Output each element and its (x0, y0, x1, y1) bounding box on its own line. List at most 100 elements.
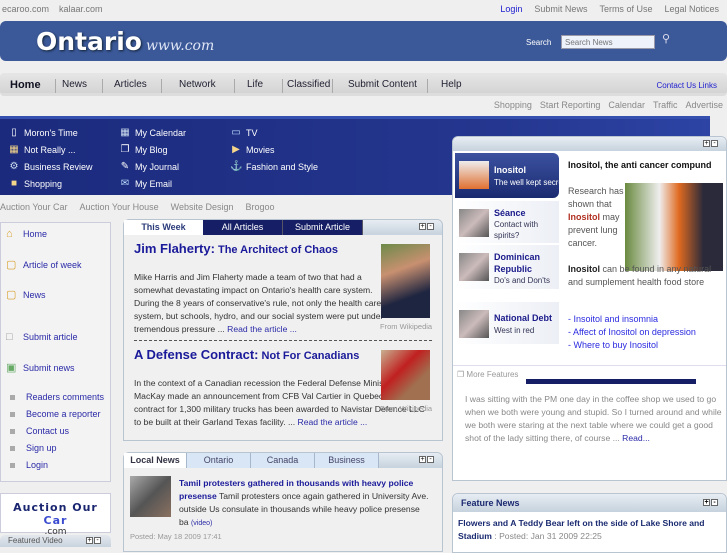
sidebar-login[interactable]: Login (6, 460, 48, 470)
collapse-icon[interactable]: - (427, 456, 434, 463)
folder-icon: ▢ (6, 289, 17, 301)
nav-help[interactable]: Help (437, 79, 466, 93)
sidebar-submit-article[interactable]: □ Submit article (6, 331, 78, 343)
link-brogoo[interactable]: Brogoo (245, 202, 274, 212)
nav-classified[interactable]: Classified (283, 79, 333, 93)
expand-icon[interactable]: + (419, 223, 426, 230)
nav-articles[interactable]: Articles (110, 79, 162, 93)
divider (134, 340, 432, 341)
tab-submit-article[interactable]: Submit Article (283, 220, 363, 235)
expand-icon[interactable]: + (419, 456, 426, 463)
feature-thumbnail (459, 209, 489, 237)
auction-our-car-ad[interactable]: Auction Our Car .com (0, 493, 111, 537)
link-inositol-insomnia[interactable]: - Insoitol and insomnia (568, 313, 696, 326)
tab-business[interactable]: Business (315, 453, 379, 468)
read-article-link[interactable]: Read the article ... (298, 417, 368, 427)
tab-local-news[interactable]: Local News (124, 453, 187, 468)
tab-bar: This Week All Articles Submit Article + - (124, 220, 442, 235)
menu-my-email[interactable]: ✉ My Email (119, 178, 172, 189)
read-article-link[interactable]: Read the article ... (227, 324, 297, 334)
feature-links: - Insoitol and insomnia - Affect of Inos… (568, 313, 696, 352)
tab-ontario[interactable]: Ontario (187, 453, 251, 468)
nav-life[interactable]: Life (243, 79, 283, 93)
nav-news[interactable]: News (58, 79, 103, 93)
subnav-advertise[interactable]: Advertise (685, 100, 723, 110)
link-kalaar[interactable]: kalaar.com (59, 4, 103, 14)
sidebar-readers-comments[interactable]: Readers comments (6, 392, 104, 402)
main-nav: Home News Articles Network Life Classifi… (0, 73, 727, 96)
subnav-calendar[interactable]: Calendar (608, 100, 645, 110)
document-icon: □ (6, 331, 13, 343)
tab-all-articles[interactable]: All Articles (203, 220, 283, 235)
link-auction-car[interactable]: Auction Your Car (0, 202, 68, 212)
news-thumbnail[interactable] (130, 476, 171, 517)
collapse-icon[interactable]: - (427, 223, 434, 230)
sidebar-article-of-week[interactable]: ▢ Article of week (6, 258, 82, 271)
feature-item-inositol[interactable]: Inositol The well kept secret (455, 153, 565, 198)
menu-my-journal[interactable]: ✎ My Journal (119, 161, 179, 172)
links-link[interactable]: Links (698, 81, 717, 90)
legal-link[interactable]: Legal Notices (664, 4, 719, 14)
video-link[interactable]: (video) (191, 520, 212, 527)
collapse-icon[interactable]: - (94, 537, 101, 544)
sidebar-contact-us[interactable]: Contact us (6, 426, 69, 436)
menu-morons-time[interactable]: ▯ Moron's Time (8, 127, 78, 138)
anchor-icon: ⚓ (230, 161, 243, 172)
envelope-icon: ✉ (120, 178, 130, 189)
menu-my-blog[interactable]: ❐ My Blog (119, 144, 168, 155)
sidebar-submit-news[interactable]: ▣ Submit news (6, 361, 75, 374)
tab-canada[interactable]: Canada (251, 453, 315, 468)
menu-movies[interactable]: ▶ Movies (230, 144, 274, 155)
subnav-shopping[interactable]: Shopping (494, 100, 532, 110)
nav-home[interactable]: Home (6, 79, 56, 93)
search-icon[interactable]: ⚲ (662, 32, 670, 45)
collapse-icon[interactable]: - (711, 499, 718, 506)
features-panel: + - Inositol The well kept secret Séance Co… (452, 136, 727, 481)
feature-item-dominican[interactable]: Dominican Republic Do's and Don'ts (455, 245, 559, 289)
menu-not-really[interactable]: ▦ Not Really ... (8, 144, 75, 155)
article-body: Mike Harris and Jim Flaherty made a team… (134, 272, 384, 334)
login-link[interactable]: Login (500, 4, 522, 14)
menu-fashion-style[interactable]: ⚓ Fashion and Style (230, 161, 318, 172)
feature-thumbnail (459, 253, 489, 281)
service-links: Auction Your Car Auction Your House Websit… (0, 202, 287, 212)
search-input[interactable] (561, 35, 655, 49)
tab-this-week[interactable]: This Week (124, 220, 203, 235)
defense-photo (381, 350, 430, 400)
link-website-design[interactable]: Website Design (171, 202, 234, 212)
feature-item-national-debt[interactable]: National Debt West in red (455, 302, 559, 344)
submit-news-link[interactable]: Submit News (534, 4, 587, 14)
menu-tv[interactable]: ▭ TV (230, 127, 257, 138)
expand-icon[interactable]: + (86, 537, 93, 544)
read-more-link[interactable]: Read... (622, 433, 650, 443)
menu-shopping[interactable]: ■ Shopping (8, 178, 62, 189)
tv-icon: ▭ (231, 127, 241, 138)
expand-icon[interactable]: + (703, 499, 710, 506)
article-title[interactable]: Jim Flaherty: The Architect of Chaos (134, 241, 338, 256)
expand-icon[interactable]: + (703, 140, 710, 147)
sidebar-sign-up[interactable]: Sign up (6, 443, 57, 453)
link-buy-inositol[interactable]: - Where to buy Inositol (568, 339, 696, 352)
article-title[interactable]: A Defense Contract: Not For Canadians (134, 347, 359, 362)
link-ecaroo[interactable]: ecaroo.com (2, 4, 49, 14)
menu-my-calendar[interactable]: ▦ My Calendar (119, 127, 186, 138)
subnav-traffic[interactable]: Traffic (653, 100, 678, 110)
nav-submit-content[interactable]: Submit Content (344, 79, 428, 93)
feature-news-panel: Feature News + - Flowers and A Teddy Bear … (452, 493, 727, 553)
nav-network[interactable]: Network (175, 79, 235, 93)
speech-bubble-icon: ▯ (11, 127, 17, 138)
terms-link[interactable]: Terms of Use (599, 4, 652, 14)
sidebar-become-reporter[interactable]: Become a reporter (6, 409, 101, 419)
feature-item-seance[interactable]: Séance Contact with spirits? (455, 201, 559, 243)
logo[interactable]: Ontario www.com (36, 27, 214, 56)
pages-icon: ❐ (457, 370, 465, 379)
contact-link[interactable]: Contact Us (657, 81, 697, 90)
menu-business-review[interactable]: ⚙ Business Review (8, 161, 93, 172)
collapse-icon[interactable]: - (711, 140, 718, 147)
subnav-start-reporting[interactable]: Start Reporting (540, 100, 601, 110)
sidebar-news[interactable]: ▢ News (6, 288, 46, 301)
sidebar-home[interactable]: ⌂ Home (6, 228, 47, 240)
link-inositol-depression[interactable]: - Affect of Inositol on depression (568, 326, 696, 339)
link-auction-house[interactable]: Auction Your House (80, 202, 159, 212)
featured-video-header: Featured Video + - (0, 535, 111, 547)
